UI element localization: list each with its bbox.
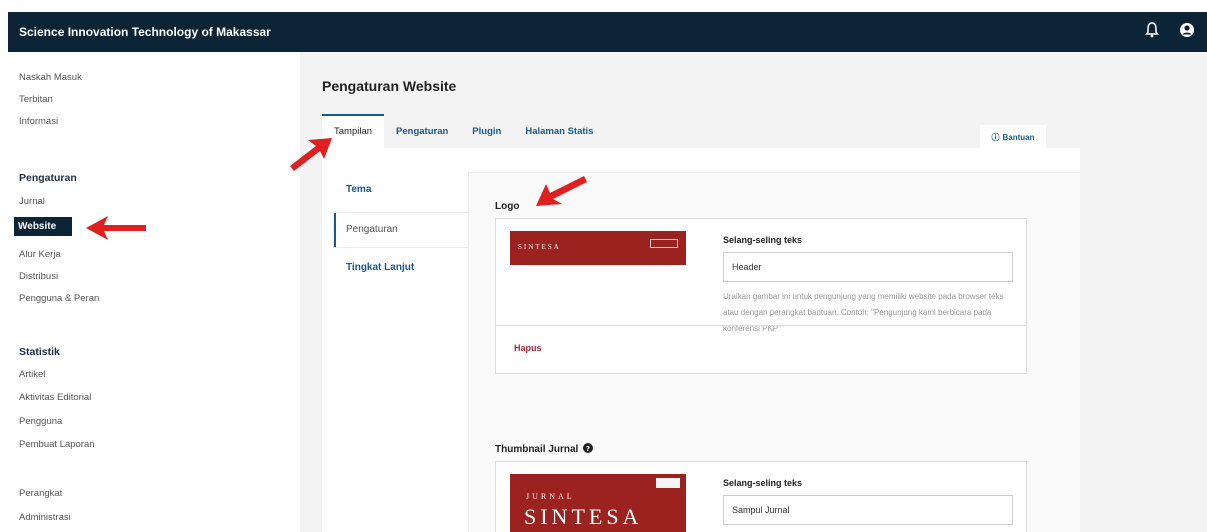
logo-emblem-icon [650, 239, 678, 248]
sidebar-item-pembuat-laporan[interactable]: Pembuat Laporan [19, 439, 95, 450]
sidebar-item-terbitan[interactable]: Terbitan [19, 94, 53, 105]
logo-thumbnail: SINTESA [510, 231, 686, 265]
sidebar-item-distribusi[interactable]: Distribusi [19, 271, 58, 282]
sub-navigation: Tema Pengaturan Tingkat Lanjut [322, 148, 468, 532]
sidebar-heading-statistik: Statistik [19, 346, 60, 358]
sidebar-item-perangkat[interactable]: Perangkat [19, 488, 62, 499]
annotation-arrow-logo [536, 176, 587, 206]
sidebar-item-aktivitas-editorial[interactable]: Aktivitas Editorial [19, 392, 91, 403]
tab-pengaturan[interactable]: Pengaturan [384, 114, 460, 148]
main-area: Pengaturan Website Tampilan Pengaturan P… [300, 52, 1207, 532]
help-circle-icon[interactable]: ? [583, 443, 594, 456]
sidebar-item-administrasi[interactable]: Administrasi [19, 512, 71, 523]
sidebar-item-alur-kerja[interactable]: Alur Kerja [19, 249, 61, 260]
thumbnail-alt-input[interactable] [723, 495, 1013, 525]
subnav-pengaturan[interactable]: Pengaturan [346, 224, 398, 235]
subnav-tingkat-lanjut[interactable]: Tingkat Lanjut [346, 262, 414, 273]
thumbnail-card: JURNAL SINTESA Selang-seling teks [495, 461, 1027, 532]
sidebar-item-naskah-masuk[interactable]: Naskah Masuk [19, 72, 82, 83]
svg-text:?: ? [586, 445, 590, 453]
thumb-emblem-icon [656, 478, 680, 488]
sidebar-item-informasi[interactable]: Informasi [19, 116, 58, 127]
thumbnail-label-text: Thumbnail Jurnal [495, 444, 579, 455]
tab-bar: Tampilan Pengaturan Plugin Halaman Stati… [322, 114, 605, 148]
journal-thumbnail: JURNAL SINTESA [510, 474, 686, 532]
logo-delete-button[interactable]: Hapus [514, 343, 542, 353]
settings-panel: Tema Pengaturan Tingkat Lanjut Logo SINT… [322, 148, 1080, 532]
settings-content: Logo SINTESA Selang-seling teks Uraikan … [468, 172, 1080, 532]
site-title[interactable]: Science Innovation Technology of Makassa… [19, 25, 271, 39]
thumb-small-text: JURNAL [526, 492, 575, 501]
user-circle-icon[interactable] [1179, 22, 1195, 38]
bell-icon[interactable] [1145, 22, 1159, 38]
thumbnail-alt-label: Selang-seling teks [723, 478, 803, 488]
page-title: Pengaturan Website [322, 78, 457, 94]
thumb-large-text: SINTESA [524, 504, 643, 529]
logo-label-text: Logo [495, 201, 520, 212]
annotation-arrow-tab [290, 138, 332, 171]
sidebar-item-artikel[interactable]: Artikel [19, 369, 45, 380]
logo-section-label: Logo [495, 201, 519, 212]
sidebar: Naskah Masuk Terbitan Informasi Pengatur… [0, 52, 300, 532]
logo-delete-row: Hapus [496, 325, 1026, 373]
help-label: Bantuan [1002, 132, 1035, 142]
logo-alt-input[interactable] [723, 252, 1013, 282]
sidebar-item-pengguna[interactable]: Pengguna [19, 416, 62, 427]
sidebar-heading-pengaturan: Pengaturan [19, 172, 77, 184]
sidebar-item-jurnal[interactable]: Jurnal [19, 196, 45, 207]
tab-halaman-statis[interactable]: Halaman Statis [513, 114, 605, 148]
thumbnail-section-label: Thumbnail Jurnal ? [495, 443, 594, 456]
sidebar-item-pengguna-peran[interactable]: Pengguna & Peran [19, 293, 99, 304]
top-header: Science Innovation Technology of Makassa… [8, 12, 1207, 52]
logo-card: SINTESA Selang-seling teks Uraikan gamba… [495, 218, 1027, 374]
logo-alt-label: Selang-seling teks [723, 235, 803, 245]
subnav-tema[interactable]: Tema [346, 184, 371, 195]
logo-thumb-text: SINTESA [518, 243, 561, 251]
annotation-arrow-sidebar [86, 216, 146, 240]
sidebar-item-website[interactable]: Website [14, 217, 72, 236]
tab-plugin[interactable]: Plugin [460, 114, 513, 148]
help-button[interactable]: ⓘ Bantuan [980, 125, 1046, 149]
help-icon: ⓘ [991, 132, 1000, 142]
